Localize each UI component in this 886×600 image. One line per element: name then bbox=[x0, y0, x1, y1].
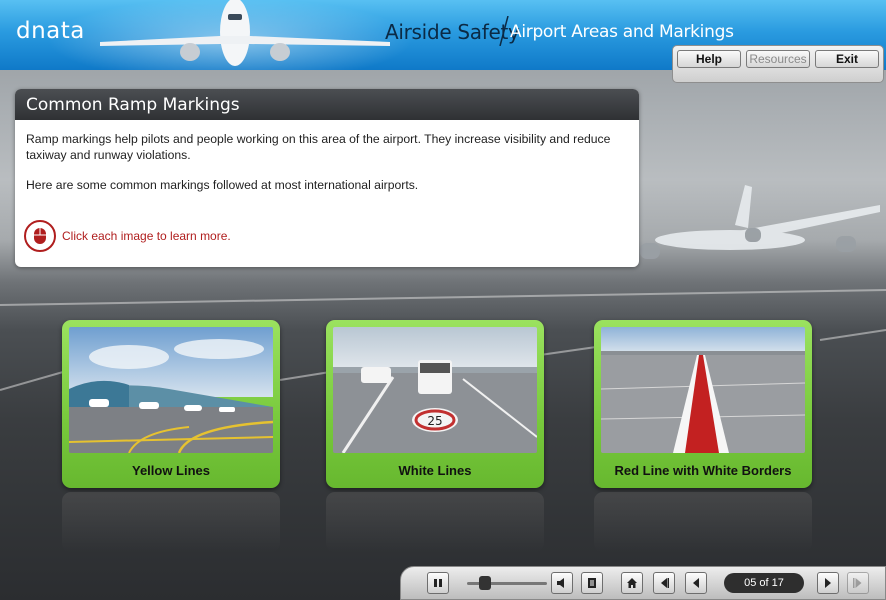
card-reflection bbox=[326, 492, 544, 552]
white-lines-label: White Lines bbox=[398, 462, 472, 478]
white-lines-image[interactable]: 25 bbox=[333, 327, 537, 453]
module-title: Airport Areas and Markings bbox=[510, 22, 734, 42]
yellow-lines-card[interactable]: Yellow Lines bbox=[62, 320, 280, 488]
dnata-logo: dnata bbox=[16, 18, 85, 44]
info-panel: Common Ramp Markings Ramp markings help … bbox=[15, 89, 639, 267]
white-lines-card[interactable]: 25 White Lines bbox=[326, 320, 544, 488]
panel-body: Ramp markings help pilots and people wor… bbox=[15, 120, 639, 204]
exit-button[interactable]: Exit bbox=[815, 50, 879, 68]
top-button-group: Help Resources Exit bbox=[672, 45, 884, 83]
transcript-icon[interactable] bbox=[581, 572, 603, 594]
airplane-icon bbox=[100, 0, 390, 66]
red-line-label: Red Line with White Borders bbox=[614, 462, 792, 478]
intro-paragraph: Ramp markings help pilots and people wor… bbox=[26, 132, 611, 162]
previous-icon[interactable] bbox=[685, 572, 707, 594]
title-divider bbox=[499, 16, 509, 46]
home-icon[interactable] bbox=[621, 572, 643, 594]
last-page-icon[interactable] bbox=[847, 572, 869, 594]
red-line-image[interactable] bbox=[601, 327, 805, 453]
red-line-card[interactable]: Red Line with White Borders bbox=[594, 320, 812, 488]
pause-icon[interactable] bbox=[427, 572, 449, 594]
resources-button[interactable]: Resources bbox=[746, 50, 810, 68]
progress-slider-handle[interactable] bbox=[479, 576, 491, 590]
click-instruction: Click each image to learn more. bbox=[24, 219, 231, 253]
page-counter: 05 of 17 bbox=[724, 573, 804, 593]
stand-marking-text: 25 bbox=[427, 414, 442, 428]
card-reflection bbox=[62, 492, 280, 552]
yellow-lines-label: Yellow Lines bbox=[131, 462, 211, 478]
player-controls: 05 of 17 bbox=[400, 566, 886, 600]
mouse-icon bbox=[24, 220, 56, 252]
first-page-icon[interactable] bbox=[653, 572, 675, 594]
markings-paragraph: Here are some common markings followed a… bbox=[26, 178, 419, 192]
help-button[interactable]: Help bbox=[677, 50, 741, 68]
next-icon[interactable] bbox=[817, 572, 839, 594]
yellow-lines-image[interactable] bbox=[69, 327, 273, 453]
panel-title: Common Ramp Markings bbox=[15, 89, 639, 120]
background-aircraft bbox=[640, 185, 880, 259]
instruction-text: Click each image to learn more. bbox=[62, 229, 231, 243]
volume-icon[interactable] bbox=[551, 572, 573, 594]
card-reflection bbox=[594, 492, 812, 552]
